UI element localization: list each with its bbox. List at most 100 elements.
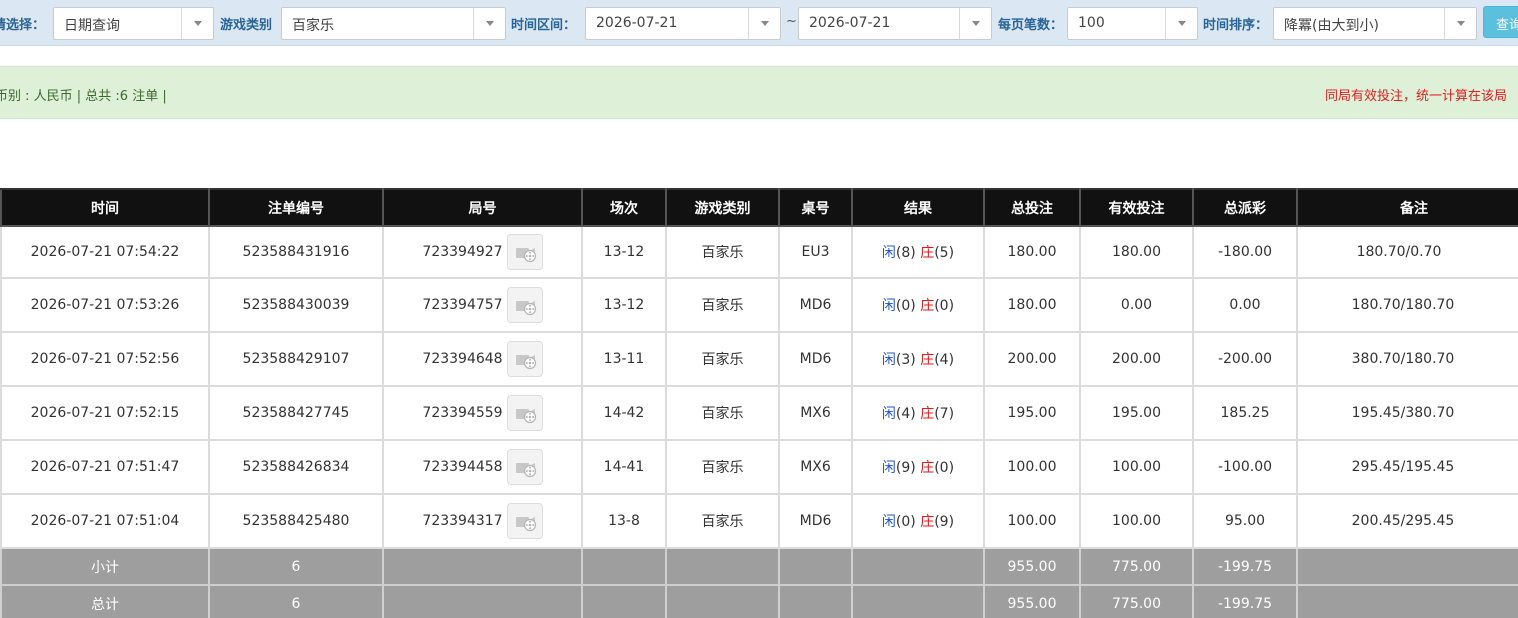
- banker-label: 庄: [920, 352, 935, 368]
- cell-result: 闲(0) 庄(9): [851, 493, 985, 549]
- chevron-down-icon: [972, 21, 980, 26]
- cell-table: MD6: [778, 493, 853, 549]
- cell-payout: 95.00: [1192, 493, 1298, 549]
- subtotal-row: 小计 6 955.00 775.00 -199.75: [0, 547, 1518, 586]
- date-from-value: 2026-07-21: [596, 15, 678, 31]
- player-label: 闲: [881, 514, 896, 530]
- banker-score: (7): [934, 406, 955, 422]
- cell-round: 723394927: [382, 225, 583, 279]
- valid-bet-notice: 同局有效投注，统一计算在该局: [1325, 89, 1508, 104]
- mode-select-toggle[interactable]: [181, 8, 213, 39]
- mode-select[interactable]: 日期查询: [53, 7, 214, 40]
- cell-total-bet[interactable]: 180.00: [983, 277, 1081, 333]
- banker-score: (0): [934, 298, 955, 314]
- date-from-toggle[interactable]: [748, 8, 780, 39]
- table-row: 2026-07-21 07:54:22 523588431916 723394927…: [0, 225, 1518, 279]
- grand-total-payout: -199.75: [1192, 584, 1298, 618]
- video-camera-icon[interactable]: [506, 341, 543, 377]
- header-note: 备注: [1296, 188, 1518, 227]
- grand-total-total-bet: 955.00: [983, 584, 1081, 618]
- subtotal-payout: -199.75: [1192, 547, 1298, 586]
- date-from-select[interactable]: 2026-07-21: [585, 7, 781, 40]
- cell-game: 百家乐: [665, 493, 780, 549]
- cell-bet-id: 523588429107: [208, 331, 384, 387]
- cell-round: 723394317: [382, 493, 583, 549]
- cell-note: 200.45/295.45: [1296, 493, 1518, 549]
- round-number: 723394317: [422, 513, 503, 529]
- chevron-down-icon: [1457, 21, 1465, 26]
- banker-score: (0): [934, 460, 955, 476]
- date-to-toggle[interactable]: [959, 8, 991, 39]
- cell-valid-bet: 100.00: [1079, 439, 1194, 495]
- sort-select[interactable]: 降冪(由大到小): [1273, 7, 1477, 40]
- banker-label: 庄: [920, 298, 935, 314]
- grand-total-row: 总计 6 955.00 775.00 -199.75: [0, 584, 1518, 618]
- date-to-select[interactable]: 2026-07-21: [798, 7, 992, 40]
- cell-bet-id: 523588430039: [208, 277, 384, 333]
- cell-total-bet[interactable]: 180.00: [983, 225, 1081, 279]
- subtotal-valid-bet: 775.00: [1079, 547, 1194, 586]
- cell-game: 百家乐: [665, 385, 780, 441]
- banker-score: (4): [934, 352, 955, 368]
- chevron-down-icon: [761, 21, 769, 26]
- cell-payout: 185.25: [1192, 385, 1298, 441]
- bets-table: 时间 注单编号 局号 场次 游戏类别 桌号 结果 总投注 有效投注 总派彩 备注…: [0, 188, 1518, 618]
- cell-table: MD6: [778, 331, 853, 387]
- cell-session: 13-12: [581, 277, 667, 333]
- cell-time: 2026-07-21 07:52:15: [0, 385, 210, 441]
- video-camera-icon[interactable]: [506, 503, 543, 539]
- query-button[interactable]: 查询: [1483, 6, 1518, 38]
- round-number: 723394458: [422, 459, 503, 475]
- cell-result: 闲(8) 庄(5): [851, 225, 985, 279]
- player-label: 闲: [881, 245, 896, 261]
- page-size-select[interactable]: 100: [1067, 7, 1198, 40]
- page-size-toggle[interactable]: [1165, 8, 1197, 39]
- cell-payout: -100.00: [1192, 439, 1298, 495]
- game-type-select[interactable]: 百家乐: [281, 7, 506, 40]
- player-score: (4): [895, 406, 916, 422]
- header-total-bet: 总投注: [983, 188, 1081, 227]
- player-label: 闲: [881, 406, 896, 422]
- page-size-label: 每页笔数：: [998, 18, 1064, 33]
- cell-payout: -180.00: [1192, 225, 1298, 279]
- round-number: 723394757: [422, 297, 503, 313]
- video-camera-icon[interactable]: [506, 395, 543, 431]
- header-time: 时间: [0, 188, 210, 227]
- video-camera-icon[interactable]: [506, 234, 543, 270]
- video-camera-icon[interactable]: [506, 449, 543, 485]
- banker-label: 庄: [920, 406, 935, 422]
- cell-note: 295.45/195.45: [1296, 439, 1518, 495]
- cell-table: MD6: [778, 277, 853, 333]
- cell-session: 13-8: [581, 493, 667, 549]
- game-type-label: 游戏类别: [220, 18, 273, 33]
- banker-label: 庄: [920, 245, 935, 261]
- game-type-select-toggle[interactable]: [473, 8, 505, 39]
- banker-score: (5): [934, 245, 955, 261]
- cell-total-bet[interactable]: 100.00: [983, 439, 1081, 495]
- header-result: 结果: [851, 188, 985, 227]
- cell-total-bet[interactable]: 200.00: [983, 331, 1081, 387]
- sort-toggle[interactable]: [1444, 8, 1476, 39]
- summary-bar: 币别 : 人民币 | 总共 :6 注单 | 同局有效投注，统一计算在该局: [0, 66, 1518, 119]
- mode-label: 请选择：: [0, 18, 46, 33]
- cell-total-bet[interactable]: 195.00: [983, 385, 1081, 441]
- player-label: 闲: [881, 460, 896, 476]
- cell-table: EU3: [778, 225, 853, 279]
- cell-round: 723394458: [382, 439, 583, 495]
- table-row: 2026-07-21 07:52:15 523588427745 723394559…: [0, 385, 1518, 441]
- header-game: 游戏类别: [665, 188, 780, 227]
- subtotal-total-bet: 955.00: [983, 547, 1081, 586]
- grand-total-valid-bet: 775.00: [1079, 584, 1194, 618]
- cell-bet-id: 523588426834: [208, 439, 384, 495]
- chevron-down-icon: [194, 21, 202, 26]
- summary-text: 币别 : 人民币 | 总共 :6 注单 |: [0, 89, 167, 104]
- cell-total-bet[interactable]: 100.00: [983, 493, 1081, 549]
- table-row: 2026-07-21 07:53:26 523588430039 723394757…: [0, 277, 1518, 333]
- cell-session: 14-41: [581, 439, 667, 495]
- table-row: 2026-07-21 07:52:56 523588429107 723394648…: [0, 331, 1518, 387]
- video-camera-icon[interactable]: [506, 287, 543, 323]
- header-round: 局号: [382, 188, 583, 227]
- cell-result: 闲(9) 庄(0): [851, 439, 985, 495]
- player-label: 闲: [881, 298, 896, 314]
- cell-result: 闲(3) 庄(4): [851, 331, 985, 387]
